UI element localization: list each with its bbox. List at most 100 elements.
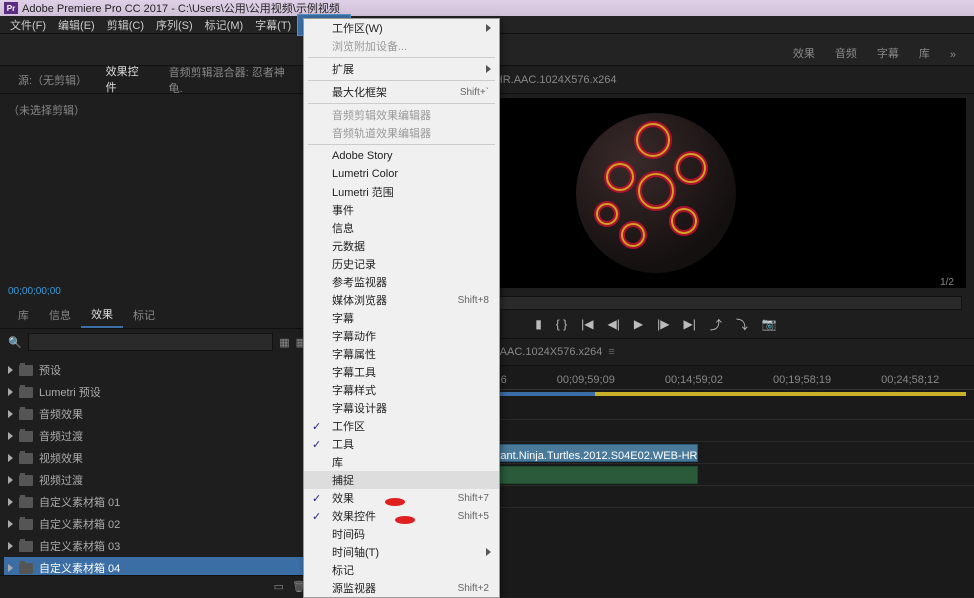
menu-item[interactable]: 元数据	[304, 237, 499, 255]
menu-item[interactable]: 时间码	[304, 525, 499, 543]
menu-item: 音频轨道效果编辑器	[304, 124, 499, 142]
menu-item[interactable]: 字幕	[304, 309, 499, 327]
menu-item[interactable]: 捕捉	[304, 471, 499, 489]
folder-icon	[19, 519, 33, 530]
expand-icon[interactable]	[8, 366, 13, 374]
tab-info[interactable]: 信息	[39, 303, 81, 327]
expand-icon[interactable]	[8, 564, 13, 572]
effects-search-input[interactable]	[28, 333, 273, 351]
folder-icon	[19, 387, 33, 398]
menu-label: 效果控件	[332, 508, 376, 524]
shortcut-label: Shift+7	[458, 493, 489, 504]
menu-item[interactable]: 扩展	[304, 60, 499, 78]
tree-label: 自定义素材箱 01	[39, 494, 120, 510]
expand-icon[interactable]	[8, 542, 13, 550]
submenu-arrow-icon	[486, 24, 491, 32]
tab-library[interactable]: 库	[8, 303, 39, 327]
menu-item[interactable]: 工作区(W)	[304, 19, 499, 37]
zoom-fraction[interactable]: 1/2	[940, 277, 954, 288]
fx-badge-icon[interactable]: ▦	[279, 336, 289, 349]
tree-item[interactable]: 自定义素材箱 01	[4, 491, 310, 513]
tree-item[interactable]: 视频过渡	[4, 469, 310, 491]
menu-label: 效果	[332, 490, 354, 506]
menu-item[interactable]: 时间轴(T)	[304, 543, 499, 561]
close-tab-icon[interactable]: ≡	[608, 346, 614, 358]
menu-item[interactable]: ✓工作区	[304, 417, 499, 435]
mark-out-icon[interactable]: { }	[556, 317, 567, 331]
expand-icon[interactable]	[8, 432, 13, 440]
ws-tab-effects[interactable]: 效果	[783, 41, 825, 65]
tree-item[interactable]: Lumetri 预设	[4, 381, 310, 403]
ws-tab-library[interactable]: 库	[909, 41, 940, 65]
new-bin-icon[interactable]: ▭	[274, 580, 284, 593]
extract-icon[interactable]: ⤵	[736, 316, 748, 333]
menu-item[interactable]: 字幕属性	[304, 345, 499, 363]
tab-source[interactable]: 源:（无剪辑）	[8, 68, 96, 92]
menu-label: 音频剪辑效果编辑器	[332, 107, 431, 123]
source-timecode: 00;00;00;00	[0, 282, 314, 301]
menu-edit[interactable]: 编辑(E)	[52, 15, 101, 35]
menu-item[interactable]: ✓工具	[304, 435, 499, 453]
annotation-mark-1	[385, 498, 405, 506]
tab-markers[interactable]: 标记	[123, 303, 165, 327]
tree-item[interactable]: 音频过渡	[4, 425, 310, 447]
menu-label: 事件	[332, 202, 354, 218]
menu-file[interactable]: 文件(F)	[4, 15, 52, 35]
tab-effects[interactable]: 效果	[81, 302, 123, 328]
tree-item[interactable]: 自定义素材箱 02	[4, 513, 310, 535]
tree-item[interactable]: 自定义素材箱 04	[4, 557, 310, 575]
expand-icon[interactable]	[8, 410, 13, 418]
expand-icon[interactable]	[8, 498, 13, 506]
menu-label: 信息	[332, 220, 354, 236]
menu-item[interactable]: 最大化框架Shift+`	[304, 83, 499, 101]
mark-in-icon[interactable]: ▮	[535, 317, 542, 331]
menu-sequence[interactable]: 序列(S)	[150, 15, 199, 35]
menu-item[interactable]: 标记	[304, 561, 499, 579]
ws-tab-more[interactable]: »	[940, 45, 966, 65]
step-fwd-icon[interactable]: |▶	[657, 317, 669, 331]
go-out-icon[interactable]: ▶|	[683, 317, 695, 331]
expand-icon[interactable]	[8, 388, 13, 396]
menu-item[interactable]: 事件	[304, 201, 499, 219]
menu-item[interactable]: 源监视器Shift+2	[304, 579, 499, 597]
menu-item[interactable]: 字幕设计器	[304, 399, 499, 417]
menu-title[interactable]: 字幕(T)	[249, 15, 297, 35]
step-back-icon[interactable]: ◀|	[608, 317, 620, 331]
export-frame-icon[interactable]: 📷	[762, 317, 777, 331]
menu-item[interactable]: 字幕工具	[304, 363, 499, 381]
tree-item[interactable]: 音频效果	[4, 403, 310, 425]
expand-icon[interactable]	[8, 520, 13, 528]
folder-icon	[19, 497, 33, 508]
go-in-icon[interactable]: |◀	[581, 317, 593, 331]
menu-item[interactable]: 信息	[304, 219, 499, 237]
menu-label: 字幕	[332, 310, 354, 326]
project-tabs: 库 信息 效果 标记	[0, 301, 314, 329]
tree-label: 音频过渡	[39, 428, 83, 444]
menu-item[interactable]: 参考监视器	[304, 273, 499, 291]
menu-item[interactable]: 历史记录	[304, 255, 499, 273]
menu-item[interactable]: Lumetri 范围	[304, 183, 499, 201]
menu-label: 字幕动作	[332, 328, 376, 344]
menu-item[interactable]: Adobe Story	[304, 147, 499, 165]
menu-label: 工作区	[332, 418, 365, 434]
tree-item[interactable]: 自定义素材箱 03	[4, 535, 310, 557]
tree-item[interactable]: 视频效果	[4, 447, 310, 469]
menu-item[interactable]: 媒体浏览器Shift+8	[304, 291, 499, 309]
ws-tab-audio[interactable]: 音频	[825, 41, 867, 65]
menu-item[interactable]: 字幕样式	[304, 381, 499, 399]
ws-tab-titles[interactable]: 字幕	[867, 41, 909, 65]
menu-clip[interactable]: 剪辑(C)	[101, 15, 150, 35]
menu-marker[interactable]: 标记(M)	[199, 15, 250, 35]
lift-icon[interactable]: ⤴	[710, 316, 722, 333]
tree-item[interactable]: 预设	[4, 359, 310, 381]
play-icon[interactable]: ▶	[634, 317, 643, 331]
check-icon: ✓	[312, 438, 321, 451]
menu-item[interactable]: 库	[304, 453, 499, 471]
expand-icon[interactable]	[8, 454, 13, 462]
window-menu-dropdown[interactable]: 工作区(W)浏览附加设备...扩展最大化框架Shift+`音频剪辑效果编辑器音频…	[303, 18, 500, 598]
source-panel-tabs: 源:（无剪辑） 效果控件 音频剪辑混合器: 忍者神龟.	[0, 66, 314, 94]
menu-item[interactable]: Lumetri Color	[304, 165, 499, 183]
expand-icon[interactable]	[8, 476, 13, 484]
menu-item[interactable]: 字幕动作	[304, 327, 499, 345]
effects-tree[interactable]: 预设Lumetri 预设音频效果音频过渡视频效果视频过渡自定义素材箱 01 自定义…	[0, 355, 314, 575]
